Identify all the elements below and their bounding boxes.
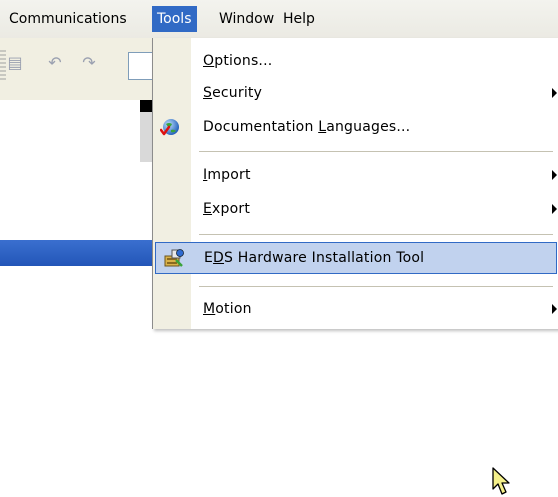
menu-separator	[199, 286, 553, 287]
menu-item-security-label: Security	[203, 85, 263, 101]
toolbar: ▤ ↶ ↷	[0, 38, 159, 101]
submenu-arrow-icon	[552, 304, 557, 314]
selected-row-bar[interactable]	[0, 240, 158, 266]
submenu-arrow-icon	[552, 88, 557, 98]
menu-bar: Communications Tools Window Help	[0, 0, 558, 38]
menu-tools[interactable]: Tools	[152, 6, 197, 32]
menu-item-export[interactable]: Export	[153, 194, 557, 224]
menu-communications[interactable]: Communications	[4, 6, 132, 32]
menu-item-options-label: Options...	[203, 53, 273, 69]
eds-hardware-icon	[164, 249, 184, 267]
submenu-arrow-icon	[552, 204, 557, 214]
tools-dropdown-menu: Options... Security Documentation Langua…	[152, 38, 558, 495]
mouse-pointer-icon	[492, 467, 510, 495]
undo-icon[interactable]: ↶	[44, 52, 66, 74]
menu-item-options[interactable]: Options...	[153, 46, 557, 76]
menu-help[interactable]: Help	[278, 6, 320, 32]
menu-item-export-label: Export	[203, 201, 251, 217]
menu-separator	[199, 234, 553, 235]
save-icon[interactable]: ▤	[4, 52, 26, 74]
menu-item-documentation-languages-label: Documentation Languages...	[203, 119, 411, 135]
left-pane	[0, 100, 158, 329]
menu-item-motion[interactable]: Motion	[153, 294, 557, 324]
menu-item-import[interactable]: Import	[153, 160, 557, 190]
menu-separator	[199, 151, 553, 152]
submenu-arrow-icon	[552, 170, 557, 180]
menu-item-eds-hardware-installation-tool[interactable]: EDS Hardware Installation Tool	[155, 242, 557, 495]
menu-window[interactable]: Window	[214, 6, 279, 32]
redo-icon[interactable]: ↷	[78, 52, 100, 74]
menu-item-motion-label: Motion	[203, 301, 252, 317]
menu-item-security[interactable]: Security	[153, 78, 557, 108]
menu-item-documentation-languages[interactable]: Documentation Languages...	[153, 112, 557, 142]
scrollbar-thumb[interactable]	[140, 100, 152, 112]
globe-check-icon	[160, 119, 179, 136]
menu-item-import-label: Import	[203, 167, 251, 183]
menu-item-eds-hardware-installation-tool-label: EDS Hardware Installation Tool	[204, 250, 425, 266]
